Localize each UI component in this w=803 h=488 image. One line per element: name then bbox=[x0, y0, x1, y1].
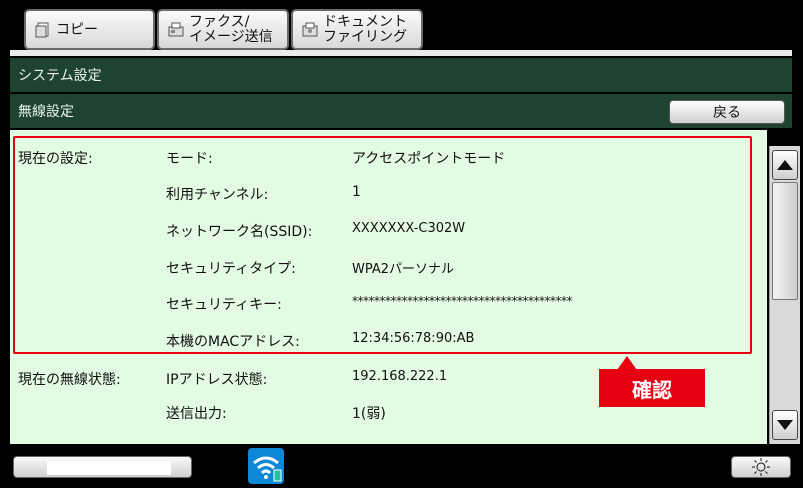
scroll-thumb[interactable] bbox=[772, 182, 798, 300]
callout-pointer bbox=[617, 356, 637, 370]
triangle-down-icon bbox=[777, 420, 793, 430]
status-indicator-field bbox=[47, 461, 171, 475]
scrollbar[interactable] bbox=[769, 146, 800, 444]
brightness-icon bbox=[752, 458, 770, 476]
tab-document-label: ドキュメント ファイリング bbox=[323, 13, 407, 45]
scroll-down-button[interactable] bbox=[772, 410, 798, 440]
sub-title: 無線設定 bbox=[18, 104, 74, 120]
tab-bar-divider bbox=[10, 50, 792, 56]
status-label: 送信出力: bbox=[166, 406, 227, 422]
status-value: 1(弱) bbox=[352, 406, 386, 422]
document-filing-icon bbox=[302, 22, 318, 36]
tab-fax-image-send[interactable]: ファクス/ イメージ送信 bbox=[157, 9, 289, 50]
tab-fax-label: ファクス/ イメージ送信 bbox=[189, 13, 273, 45]
tab-copy[interactable]: コピー bbox=[24, 9, 155, 50]
status-value: 192.168.222.1 bbox=[352, 369, 448, 384]
highlight-box bbox=[13, 136, 752, 354]
tab-document-filing[interactable]: ドキュメント ファイリング bbox=[291, 9, 423, 50]
status-label: IPアドレス状態: bbox=[166, 372, 268, 388]
scroll-up-button[interactable] bbox=[772, 150, 798, 180]
copy-icon bbox=[35, 22, 49, 37]
back-button[interactable]: 戻る bbox=[669, 100, 785, 124]
triangle-up-icon bbox=[777, 160, 793, 170]
confirm-callout: 確認 bbox=[599, 369, 705, 407]
wifi-button[interactable] bbox=[248, 448, 284, 484]
status-indicator-button[interactable] bbox=[13, 456, 192, 478]
page-title: システム設定 bbox=[18, 68, 102, 84]
page-title-bar: システム設定 bbox=[10, 58, 792, 92]
fax-icon bbox=[168, 22, 184, 36]
wifi-icon bbox=[253, 456, 282, 482]
tab-copy-label: コピー bbox=[56, 21, 98, 38]
brightness-button[interactable] bbox=[731, 456, 791, 478]
wireless-status-label: 現在の無線状態: bbox=[18, 372, 121, 388]
